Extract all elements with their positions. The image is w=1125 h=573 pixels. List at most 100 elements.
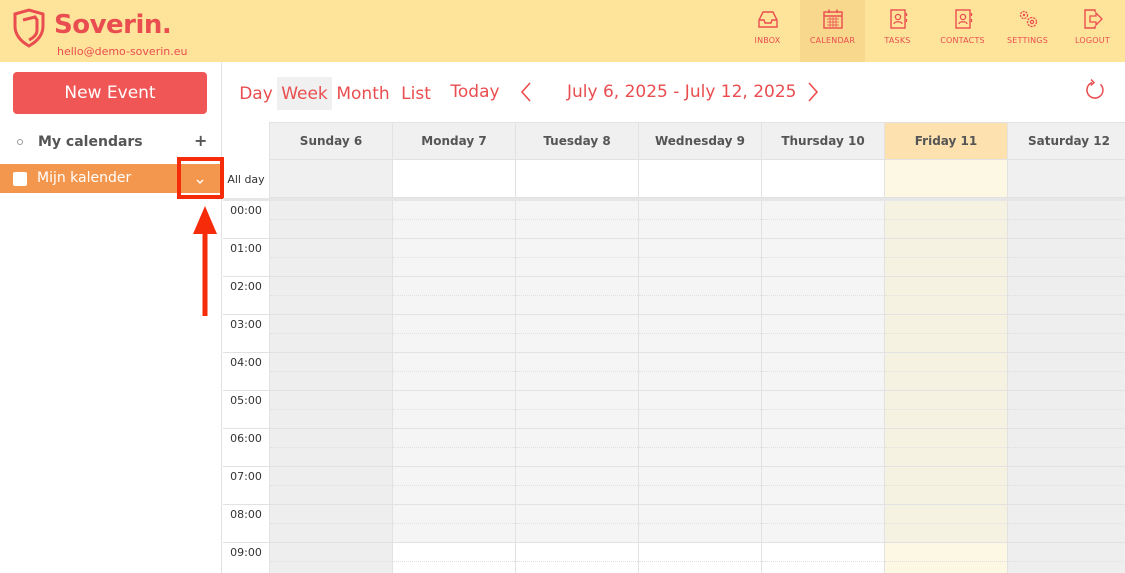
time-slot[interactable] — [393, 372, 515, 391]
nav-calendar[interactable]: CALENDAR — [800, 0, 865, 62]
refresh-icon[interactable] — [1083, 78, 1107, 102]
day-column[interactable] — [515, 201, 638, 573]
time-slot[interactable] — [516, 258, 638, 277]
time-slot[interactable] — [516, 372, 638, 391]
time-slot[interactable] — [885, 201, 1007, 220]
time-slot[interactable] — [885, 315, 1007, 334]
time-slot[interactable] — [516, 429, 638, 448]
time-slot[interactable] — [762, 486, 884, 505]
time-slot[interactable] — [762, 239, 884, 258]
time-slot[interactable] — [516, 334, 638, 353]
calendar-item-mijn-kalender[interactable]: Mijn kalender — [0, 164, 222, 193]
time-slot[interactable] — [885, 448, 1007, 467]
allday-cell[interactable] — [884, 160, 1007, 198]
time-slot[interactable] — [885, 372, 1007, 391]
time-slot[interactable] — [393, 524, 515, 543]
time-slot[interactable] — [885, 296, 1007, 315]
time-slot[interactable] — [762, 296, 884, 315]
time-slot[interactable] — [762, 258, 884, 277]
time-slot[interactable] — [270, 277, 392, 296]
time-slot[interactable] — [1008, 467, 1125, 486]
allday-cell[interactable] — [761, 160, 884, 198]
time-slot[interactable] — [270, 543, 392, 562]
time-slot[interactable] — [762, 315, 884, 334]
time-slot[interactable] — [762, 429, 884, 448]
time-slot[interactable] — [516, 296, 638, 315]
day-column[interactable] — [638, 201, 761, 573]
time-slot[interactable] — [639, 296, 761, 315]
time-slot[interactable] — [516, 505, 638, 524]
time-slot[interactable] — [270, 448, 392, 467]
day-column[interactable] — [884, 201, 1007, 573]
nav-inbox[interactable]: INBOX — [735, 0, 800, 62]
time-slot[interactable] — [762, 277, 884, 296]
nav-contacts[interactable]: CONTACTS — [930, 0, 995, 62]
time-slot[interactable] — [270, 353, 392, 372]
time-slot[interactable] — [1008, 315, 1125, 334]
time-slot[interactable] — [762, 391, 884, 410]
day-column[interactable] — [761, 201, 884, 573]
time-slot[interactable] — [1008, 201, 1125, 220]
new-event-button[interactable]: New Event — [13, 72, 207, 114]
time-slot[interactable] — [393, 467, 515, 486]
time-slot[interactable] — [393, 258, 515, 277]
time-slot[interactable] — [885, 505, 1007, 524]
time-slot[interactable] — [639, 543, 761, 562]
day-header[interactable]: Thursday 10 — [761, 122, 884, 160]
time-slot[interactable] — [762, 543, 884, 562]
time-slot[interactable] — [639, 429, 761, 448]
time-slot[interactable] — [270, 201, 392, 220]
allday-cell[interactable] — [638, 160, 761, 198]
time-slot[interactable] — [639, 467, 761, 486]
time-slot[interactable] — [270, 562, 392, 573]
time-slot[interactable] — [1008, 505, 1125, 524]
time-slot[interactable] — [516, 448, 638, 467]
time-slot[interactable] — [393, 277, 515, 296]
time-slot[interactable] — [762, 505, 884, 524]
time-slot[interactable] — [393, 505, 515, 524]
time-slot[interactable] — [393, 239, 515, 258]
day-header[interactable]: Monday 7 — [392, 122, 515, 160]
time-slot[interactable] — [270, 296, 392, 315]
time-slot[interactable] — [762, 524, 884, 543]
nav-tasks[interactable]: TASKS — [865, 0, 930, 62]
time-slot[interactable] — [639, 505, 761, 524]
time-slot[interactable] — [762, 220, 884, 239]
time-slot[interactable] — [516, 486, 638, 505]
time-slot[interactable] — [516, 239, 638, 258]
time-slot[interactable] — [639, 239, 761, 258]
time-slot[interactable] — [393, 543, 515, 562]
time-slot[interactable] — [270, 486, 392, 505]
time-slot[interactable] — [762, 448, 884, 467]
time-slot[interactable] — [639, 353, 761, 372]
time-slot[interactable] — [885, 391, 1007, 410]
time-slot[interactable] — [516, 524, 638, 543]
time-slot[interactable] — [762, 353, 884, 372]
time-slot[interactable] — [393, 220, 515, 239]
time-slot[interactable] — [270, 239, 392, 258]
time-slot[interactable] — [885, 353, 1007, 372]
time-slot[interactable] — [762, 372, 884, 391]
time-slot[interactable] — [885, 239, 1007, 258]
time-slot[interactable] — [516, 220, 638, 239]
nav-settings[interactable]: SETTINGS — [995, 0, 1060, 62]
time-slot[interactable] — [516, 315, 638, 334]
day-column[interactable] — [1007, 201, 1125, 573]
time-slot[interactable] — [393, 429, 515, 448]
time-slot[interactable] — [393, 296, 515, 315]
time-slot[interactable] — [1008, 410, 1125, 429]
time-slot[interactable] — [1008, 448, 1125, 467]
time-slot[interactable] — [639, 220, 761, 239]
time-slot[interactable] — [885, 467, 1007, 486]
allday-cell[interactable] — [392, 160, 515, 198]
time-slot[interactable] — [639, 524, 761, 543]
time-slot[interactable] — [270, 334, 392, 353]
time-slot[interactable] — [885, 334, 1007, 353]
time-slot[interactable] — [1008, 239, 1125, 258]
time-slot[interactable] — [1008, 353, 1125, 372]
time-slot[interactable] — [885, 486, 1007, 505]
time-slot[interactable] — [270, 258, 392, 277]
time-slot[interactable] — [270, 410, 392, 429]
time-slot[interactable] — [1008, 296, 1125, 315]
time-slot[interactable] — [1008, 429, 1125, 448]
